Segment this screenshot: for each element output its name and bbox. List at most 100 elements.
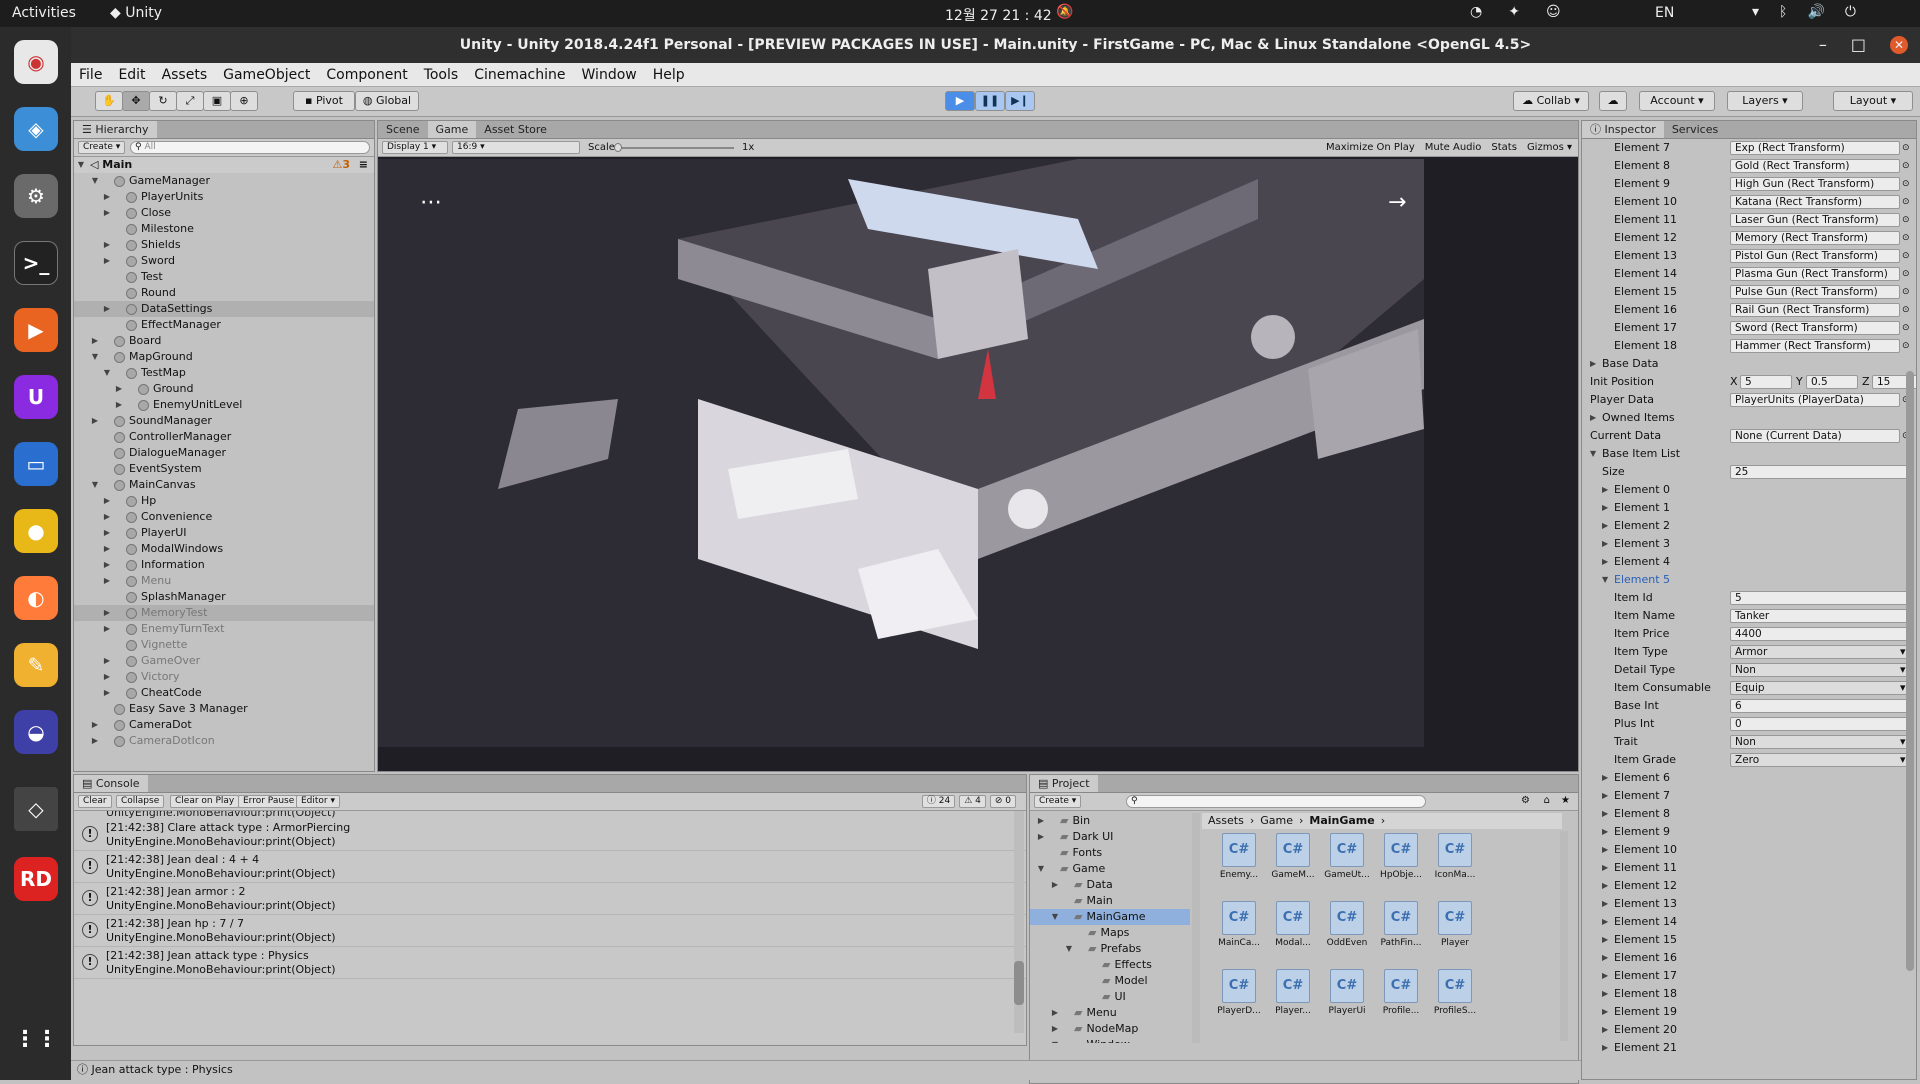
foldout-closed-icon[interactable]: ▶ (1602, 913, 1608, 931)
hierarchy-item[interactable]: ▶ MemoryTest (74, 605, 374, 621)
hierarchy-item[interactable]: ▶ EnemyTurnText (74, 621, 374, 637)
label-icon[interactable]: ⌂ (1544, 795, 1550, 806)
activities-button[interactable]: Activities (12, 5, 76, 21)
chrome-icon[interactable]: ● (14, 509, 58, 553)
cloud-icon[interactable]: ☁ (1599, 91, 1627, 111)
maximize-on-play-toggle[interactable]: Maximize On Play (1326, 142, 1415, 153)
object-picker-icon[interactable]: ⊙ (1902, 337, 1910, 355)
game-view[interactable]: ⋯ → (378, 159, 1424, 747)
tab-game[interactable]: Game (427, 121, 477, 138)
hierarchy-item[interactable]: DialogueManager (74, 445, 374, 461)
object-field[interactable]: Pistol Gun (Rect Transform) (1730, 249, 1900, 263)
collab-button[interactable]: ☁ Collab ▾ (1513, 91, 1589, 111)
krita-icon[interactable]: ◒ (14, 710, 58, 754)
expand-closed-icon[interactable]: ▶ (1050, 1021, 1060, 1037)
power-icon[interactable]: ⏻ (1845, 4, 1856, 20)
hierarchy-item[interactable]: ▼ GameManager (74, 173, 374, 189)
menu-help[interactable]: Help (653, 63, 685, 86)
object-field[interactable]: Pulse Gun (Rect Transform) (1730, 285, 1900, 299)
object-field[interactable]: Plasma Gun (Rect Transform) (1730, 267, 1900, 281)
foldout-closed-icon[interactable]: ▶ (1602, 1003, 1608, 1021)
expand-closed-icon[interactable]: ▶ (114, 381, 124, 397)
object-field[interactable]: Sword (Rect Transform) (1730, 321, 1900, 335)
foldout-closed-icon[interactable]: ▶ (1602, 517, 1608, 535)
hierarchy-item[interactable]: ▶ PlayerUI (74, 525, 374, 541)
object-picker-icon[interactable]: ⊙ (1902, 265, 1910, 283)
enum-dropdown[interactable]: Zero (1730, 753, 1910, 767)
scale-slider-thumb[interactable] (614, 143, 622, 152)
transform-tool-icon[interactable]: ⊕ (230, 91, 258, 111)
console-entry[interactable]: ! [21:42:38] Jean armor : 2 UnityEngine.Mo… (74, 883, 1026, 915)
paint-icon[interactable]: ✎ (14, 643, 58, 687)
object-field[interactable]: Hammer (Rect Transform) (1730, 339, 1900, 353)
script-asset[interactable]: C# PlayerUi (1322, 969, 1372, 1016)
menu-edit[interactable]: Edit (118, 63, 145, 86)
folder-item[interactable]: ▶ ▰ Bin (1030, 813, 1190, 829)
foldout-closed-icon[interactable]: ▶ (1602, 805, 1608, 823)
console-clear-button[interactable]: Clear (78, 795, 112, 808)
project-files-scrollbar[interactable] (1560, 831, 1568, 1041)
expand-open-icon[interactable]: ▼ (102, 365, 112, 381)
expand-open-icon[interactable]: ▼ (1036, 861, 1046, 877)
script-asset[interactable]: C# Player... (1268, 969, 1318, 1016)
expand-open-icon[interactable]: ▼ (1050, 909, 1060, 925)
expand-open-icon[interactable]: ▼ (90, 349, 100, 365)
tab-inspector[interactable]: ⓘ Inspector (1582, 121, 1664, 138)
expand-closed-icon[interactable]: ▶ (1050, 877, 1060, 893)
tab-project[interactable]: ▤ Project (1030, 775, 1098, 792)
rotate-tool-icon[interactable]: ↻ (149, 91, 177, 111)
script-asset[interactable]: C# PlayerD... (1214, 969, 1264, 1016)
foldout-open-icon[interactable]: ▼ (1590, 445, 1596, 463)
script-asset[interactable]: C# Profile... (1376, 969, 1426, 1016)
expand-closed-icon[interactable]: ▶ (102, 525, 112, 541)
expand-closed-icon[interactable]: ▶ (102, 605, 112, 621)
hierarchy-item[interactable]: ▶ Close (74, 205, 374, 221)
firefox-icon[interactable]: ◐ (14, 576, 58, 620)
value-field[interactable]: Tanker (1730, 609, 1910, 623)
console-entry[interactable]: ! [21:42:38] Clare attack type : ArmorPie… (74, 819, 1026, 851)
menu-component[interactable]: Component (326, 63, 407, 86)
expand-closed-icon[interactable]: ▶ (1050, 1005, 1060, 1021)
close-button[interactable]: ✕ (1890, 36, 1908, 54)
aspect-dropdown[interactable]: 16:9 ▾ (452, 141, 580, 154)
app-menu[interactable]: ◆ Unity (110, 5, 162, 21)
rider-icon[interactable]: RD (14, 857, 58, 901)
value-field[interactable]: 4400 (1730, 627, 1910, 641)
stats-toggle[interactable]: Stats (1491, 142, 1517, 153)
error-count-toggle[interactable]: ⊘ 0 (989, 795, 1016, 808)
folder-item[interactable]: ▰ Model (1030, 973, 1190, 989)
hierarchy-item[interactable]: ▼ MainCanvas (74, 477, 374, 493)
pivot-button[interactable]: ▪ Pivot (293, 91, 355, 111)
script-asset[interactable]: C# Enemy... (1214, 833, 1264, 880)
hierarchy-item[interactable]: ▶ Information (74, 557, 374, 573)
display-dropdown[interactable]: Display 1 ▾ (382, 141, 448, 154)
scale-slider[interactable] (614, 143, 734, 152)
object-field[interactable]: PlayerUnits (PlayerData) (1730, 393, 1900, 407)
hierarchy-item[interactable]: ▶ Victory (74, 669, 374, 685)
scene-menu-icon[interactable]: ≡ (359, 157, 368, 173)
init-position-x-field[interactable]: 5 (1740, 375, 1792, 389)
object-field[interactable]: Rail Gun (Rect Transform) (1730, 303, 1900, 317)
object-field[interactable]: None (Current Data) (1730, 429, 1900, 443)
enum-dropdown[interactable]: Equip (1730, 681, 1910, 695)
menu-tools[interactable]: Tools (424, 63, 459, 86)
script-asset[interactable]: C# GameM... (1268, 833, 1318, 880)
expand-closed-icon[interactable]: ▶ (102, 493, 112, 509)
bluetooth-icon[interactable]: ᛒ (1779, 4, 1787, 20)
expand-closed-icon[interactable]: ▶ (90, 333, 100, 349)
tab-asset-store[interactable]: Asset Store (476, 121, 555, 138)
step-button[interactable]: ▶❙ (1005, 91, 1035, 111)
expand-closed-icon[interactable]: ▶ (102, 189, 112, 205)
collapse-toggle[interactable]: Collapse (116, 795, 165, 808)
clock[interactable]: 12월 27 21 : 42 (945, 5, 1052, 25)
enum-dropdown[interactable]: Non (1730, 735, 1910, 749)
hierarchy-item[interactable]: ▶ Menu (74, 573, 374, 589)
hierarchy-item[interactable]: EventSystem (74, 461, 374, 477)
console-scroll-thumb[interactable] (1014, 961, 1024, 1005)
tab-console[interactable]: ▤ Console (74, 775, 148, 792)
hierarchy-item[interactable]: ▶ Ground (74, 381, 374, 397)
play-button[interactable]: ▶ (945, 91, 975, 111)
language-indicator[interactable]: EN (1655, 5, 1674, 21)
expand-closed-icon[interactable]: ▶ (102, 253, 112, 269)
menu-window[interactable]: Window (582, 63, 637, 86)
